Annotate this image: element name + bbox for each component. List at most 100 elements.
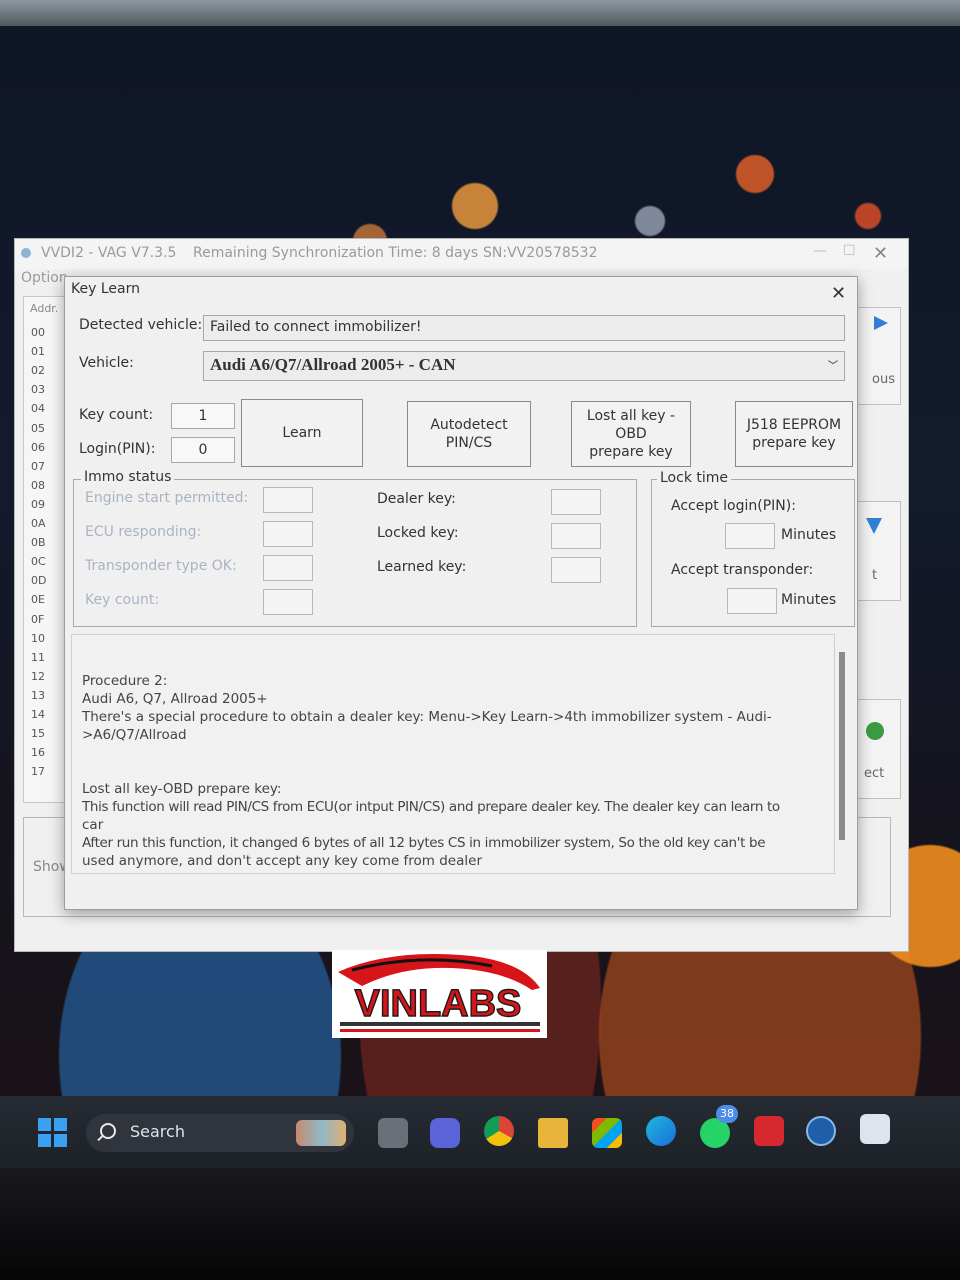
engine-start-indicator [263, 487, 313, 513]
address-row[interactable]: 11 [31, 651, 45, 667]
address-row[interactable]: 13 [31, 689, 45, 705]
transponder-ok-label: Transponder type OK: [85, 558, 237, 574]
address-row[interactable]: 06 [31, 441, 45, 457]
address-row[interactable]: 15 [31, 727, 45, 743]
minimize-icon[interactable]: — [813, 243, 827, 259]
address-row[interactable]: 0E [31, 593, 45, 609]
address-row[interactable]: 01 [31, 345, 45, 361]
address-row[interactable]: 0C [31, 555, 46, 571]
address-row[interactable]: 14 [31, 708, 45, 724]
menu-option[interactable]: Option [21, 270, 68, 286]
info-line: After run this function, it changed 6 by… [82, 835, 766, 851]
vinlabs-logo-text: VINLABS [355, 983, 522, 1025]
main-title-bar: VVDI2 - VAG V7.3.5 Remaining Synchroniza… [15, 239, 908, 269]
vehicle-select-value: Audi A6/Q7/Allroad 2005+ - CAN [210, 355, 456, 374]
address-row[interactable]: 16 [31, 746, 45, 762]
info-text-pane[interactable]: Procedure 2: Audi A6, Q7, Allroad 2005+ … [71, 634, 835, 874]
laptop-frame-bottom [0, 1168, 960, 1280]
taskbar-search[interactable]: Search [86, 1114, 354, 1152]
key-learn-dialog: Key Learn ✕ Detected vehicle: Failed to … [64, 276, 858, 910]
address-row[interactable]: 05 [31, 422, 45, 438]
learned-key-indicator [551, 557, 601, 583]
autodetect-pin-cs-button[interactable]: Autodetect PIN/CS [407, 401, 531, 467]
teams-icon[interactable] [430, 1118, 460, 1148]
login-pin-input[interactable]: 0 [171, 437, 235, 463]
whatsapp-notification-badge: 38 [716, 1105, 738, 1123]
info-line: There's a special procedure to obtain a … [82, 709, 772, 725]
accept-login-label: Accept login(PIN): [671, 498, 796, 514]
vehicle-select[interactable]: Audi A6/Q7/Allroad 2005+ - CAN ﹀ [203, 351, 845, 381]
address-row[interactable]: 08 [31, 479, 45, 495]
accept-transponder-label: Accept transponder: [671, 562, 814, 578]
dialog-title: Key Learn [71, 281, 140, 297]
minutes-label-2: Minutes [781, 592, 837, 608]
lost-all-key-button[interactable]: Lost all key - OBD prepare key [571, 401, 691, 467]
app-icon [21, 248, 31, 258]
locked-key-indicator [551, 523, 601, 549]
search-label: Search [130, 1122, 185, 1141]
search-icon [100, 1123, 116, 1139]
address-row[interactable]: 04 [31, 402, 45, 418]
address-row[interactable]: 10 [31, 632, 45, 648]
ecu-responding-label: ECU responding: [85, 524, 202, 540]
lock-time-title: Lock time [657, 470, 732, 486]
immo-status-title: Immo status [81, 469, 175, 485]
info-line: Audi A6, Q7, Allroad 2005+ [82, 691, 268, 707]
chrome-icon[interactable] [484, 1116, 514, 1146]
address-row[interactable]: 0B [31, 536, 46, 552]
address-row[interactable]: 07 [31, 460, 45, 476]
file-explorer-icon[interactable] [538, 1118, 568, 1148]
sync-time-text: Remaining Synchronization Time: 8 days [193, 245, 479, 261]
key-count-input[interactable]: 1 [171, 403, 235, 429]
address-header: Addr. [30, 302, 59, 315]
maximize-icon[interactable]: ☐ [843, 243, 856, 259]
info-scrollbar[interactable] [836, 634, 850, 874]
address-row[interactable]: 00 [31, 326, 45, 342]
learn-button[interactable]: Learn [241, 399, 363, 467]
address-row[interactable]: 0D [31, 574, 46, 590]
nav-icon [874, 316, 888, 330]
previous-button-label: ous [872, 372, 895, 387]
next-button-label: t [872, 568, 878, 583]
detected-vehicle-field: Failed to connect immobilizer! [203, 315, 845, 341]
address-row[interactable]: 03 [31, 383, 45, 399]
ecu-responding-indicator [263, 521, 313, 547]
scrollbar-thumb[interactable] [839, 652, 845, 840]
info-line: Procedure 2: [82, 673, 168, 689]
info-line: This function will read PIN/CS from ECU(… [82, 799, 780, 815]
accept-login-minutes-field [725, 523, 775, 549]
search-highlight-icon [296, 1120, 346, 1146]
address-list[interactable]: Addr. 00 01 02 03 04 05 06 07 08 09 0A 0B 0C 0D 0E 0F 10… [23, 296, 69, 803]
edge-icon[interactable] [646, 1116, 676, 1146]
address-row[interactable]: 09 [31, 498, 45, 514]
close-icon[interactable]: ✕ [873, 243, 888, 264]
info-line: Lost all key-OBD prepare key: [82, 781, 282, 797]
connect-button-label: ect [864, 766, 885, 781]
address-row[interactable]: 12 [31, 670, 45, 686]
login-pin-label: Login(PIN): [79, 441, 156, 457]
windows-start-icon[interactable] [38, 1118, 68, 1148]
learned-key-label: Learned key: [377, 559, 467, 575]
info-line: car [82, 817, 104, 833]
vpn-icon[interactable] [806, 1116, 836, 1146]
j518-eeprom-button[interactable]: J518 EEPROM prepare key [735, 401, 853, 467]
microsoft-store-icon[interactable] [592, 1118, 622, 1148]
address-row[interactable]: 0A [31, 517, 46, 533]
dealer-key-indicator [551, 489, 601, 515]
dealer-key-label: Dealer key: [377, 491, 456, 507]
address-row[interactable]: 0F [31, 613, 44, 629]
engine-start-label: Engine start permitted: [85, 490, 249, 506]
immo-key-count-label: Key count: [85, 592, 160, 608]
serial-number: SN:VV20578532 [483, 245, 598, 261]
down-arrow-icon [866, 518, 882, 534]
accept-transponder-minutes-field [727, 588, 777, 614]
address-row[interactable]: 17 [31, 765, 45, 781]
anydesk-icon[interactable] [754, 1116, 784, 1146]
address-row[interactable]: 02 [31, 364, 45, 380]
chevron-down-icon: ﹀ [828, 361, 838, 372]
task-view-icon[interactable] [378, 1118, 408, 1148]
dialog-close-icon[interactable]: ✕ [831, 283, 846, 304]
locked-key-label: Locked key: [377, 525, 459, 541]
vvdi2-taskbar-icon[interactable] [860, 1114, 890, 1144]
transponder-ok-indicator [263, 555, 313, 581]
